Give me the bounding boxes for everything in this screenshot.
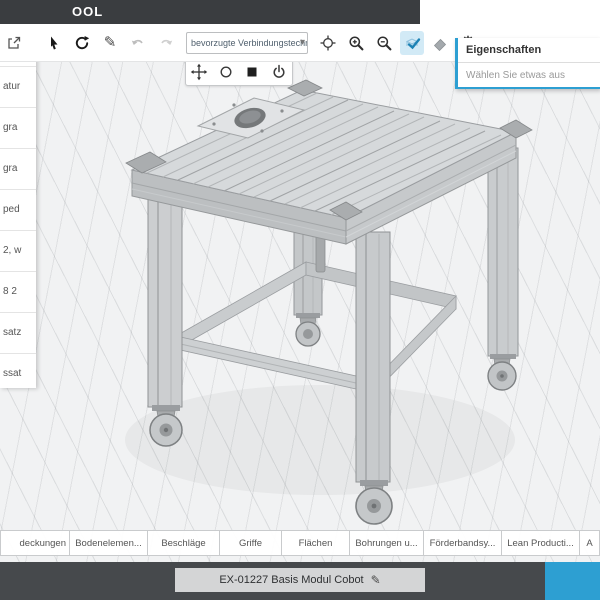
stop-icon xyxy=(243,63,261,81)
project-title: EX-01227 Basis Modul Cobot xyxy=(219,574,363,586)
snap-check-toggle[interactable] xyxy=(400,31,424,55)
tab-bohrungen[interactable]: Bohrungen u... xyxy=(350,530,424,556)
circle-icon xyxy=(217,63,235,81)
category-tab-bar: deckungen Bodenelemen... Beschläge Griff… xyxy=(0,530,600,556)
pencil-icon: ✎ xyxy=(104,35,117,50)
app-logo: OOL xyxy=(72,4,103,19)
zoom-out-icon xyxy=(376,35,392,51)
bottom-right-action-button[interactable] xyxy=(545,562,600,600)
refresh-view-button[interactable] xyxy=(70,31,94,55)
list-item[interactable]: 8 2 xyxy=(0,271,36,312)
tab-clipped[interactable]: A xyxy=(580,530,600,556)
crosshair-icon xyxy=(320,35,336,51)
tab-bodenelemente[interactable]: Bodenelemen... xyxy=(70,530,148,556)
list-item[interactable]: gra xyxy=(0,148,36,189)
connection-technique-dropdown[interactable]: bevorzugte Verbindungstechnik ▾ xyxy=(186,32,308,54)
tab-beschlaege[interactable]: Beschläge xyxy=(148,530,220,556)
export-button[interactable] xyxy=(2,31,26,55)
undo-icon xyxy=(130,35,146,51)
tab-flaechen[interactable]: Flächen xyxy=(282,530,350,556)
tab-lean-production[interactable]: Lean Producti... xyxy=(502,530,580,556)
catalog-results-panel: mm: 64. atur gra gra ped 2, w 8 2 satz s… xyxy=(0,52,36,388)
list-item[interactable]: satz xyxy=(0,312,36,353)
refresh-icon xyxy=(74,35,90,51)
tab-foerderbandsysteme[interactable]: Förderbandsy... xyxy=(424,530,502,556)
3d-viewport[interactable] xyxy=(0,62,600,600)
tab-griffe[interactable]: Griffe xyxy=(220,530,282,556)
circle-option-button[interactable] xyxy=(213,59,240,85)
measure-tool-button[interactable]: ✎ xyxy=(98,31,122,55)
center-view-button[interactable] xyxy=(316,31,340,55)
zoom-in-icon xyxy=(348,35,364,51)
stop-option-button[interactable] xyxy=(239,59,266,85)
list-item[interactable]: ped xyxy=(0,189,36,230)
zoom-out-button[interactable] xyxy=(372,31,396,55)
app-header: OOL xyxy=(0,0,420,24)
cursor-icon xyxy=(46,35,62,51)
eraser-tool-button[interactable] xyxy=(428,31,452,55)
power-option-button[interactable] xyxy=(266,59,293,85)
grid-check-icon xyxy=(403,34,421,52)
properties-title: Eigenschaften xyxy=(458,38,600,63)
select-tool-button[interactable] xyxy=(42,31,66,55)
eraser-icon xyxy=(432,35,448,51)
redo-button[interactable] xyxy=(154,31,178,55)
list-item[interactable]: ssat xyxy=(0,353,36,388)
properties-panel: Eigenschaften Wählen Sie etwas aus xyxy=(455,38,600,89)
project-title-pill[interactable]: EX-01227 Basis Modul Cobot ✎ xyxy=(175,568,425,592)
move-option-button[interactable] xyxy=(186,59,213,85)
connection-technique-toolbar xyxy=(185,58,293,86)
selection-field-underline xyxy=(458,87,600,89)
power-icon xyxy=(270,63,288,81)
move-icon xyxy=(190,63,208,81)
selection-hint: Wählen Sie etwas aus xyxy=(458,63,600,84)
tab-abdeckungen[interactable]: deckungen xyxy=(0,530,70,556)
list-item[interactable]: 2, w xyxy=(0,230,36,271)
list-item[interactable]: atur xyxy=(0,66,36,107)
list-item[interactable]: gra xyxy=(0,107,36,148)
dropdown-value: bevorzugte Verbindungstechnik xyxy=(191,38,308,48)
undo-button[interactable] xyxy=(126,31,150,55)
redo-icon xyxy=(158,35,174,51)
engineering-tool-app: OOL ✎ xyxy=(0,0,600,600)
zoom-in-button[interactable] xyxy=(344,31,368,55)
project-bar: EX-01227 Basis Modul Cobot ✎ xyxy=(0,562,600,600)
chevron-down-icon: ▾ xyxy=(300,37,305,48)
edit-pencil-icon[interactable]: ✎ xyxy=(371,573,381,587)
export-icon xyxy=(6,35,22,51)
